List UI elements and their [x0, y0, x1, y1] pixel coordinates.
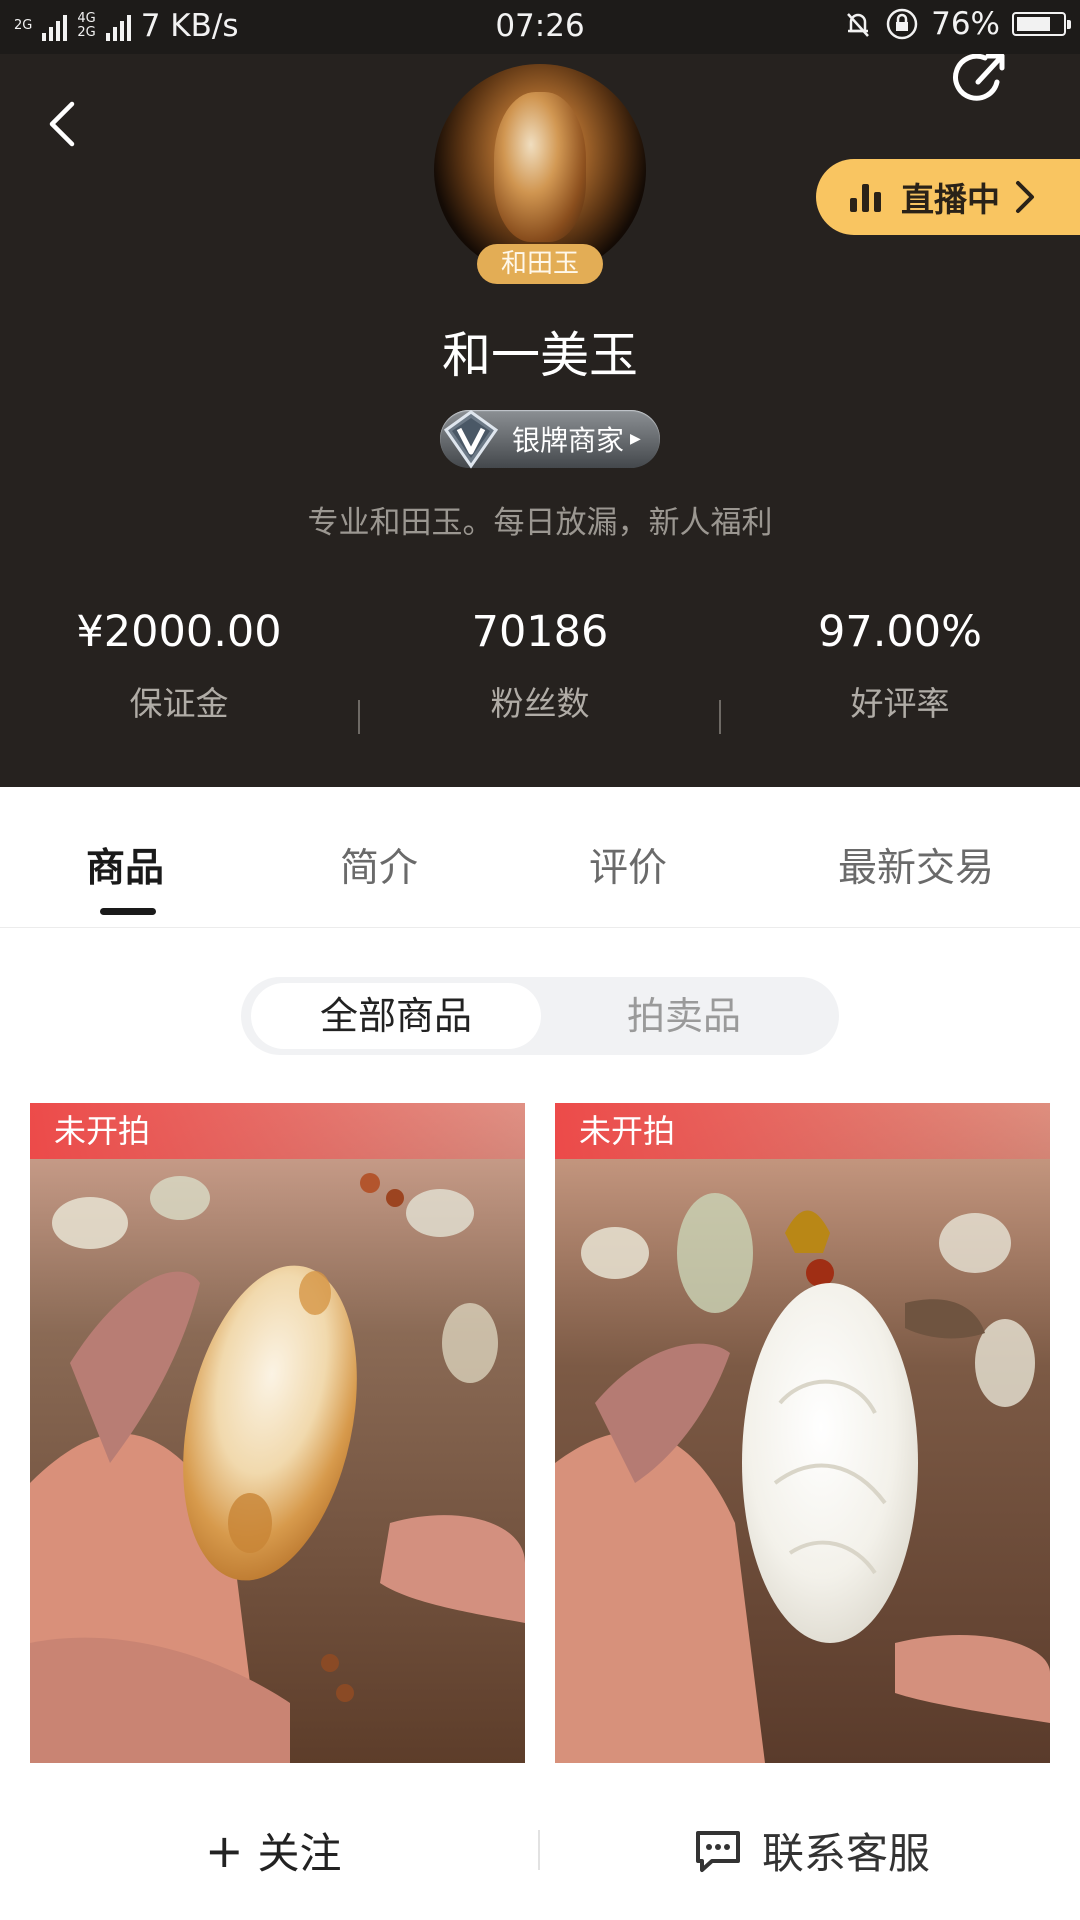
plus-icon: +	[205, 1823, 244, 1878]
product-card[interactable]: 未开拍	[555, 1103, 1050, 1763]
contact-service-label: 联系客服	[762, 1829, 931, 1878]
chat-bubble-icon	[696, 1830, 740, 1872]
tab-intro[interactable]: 简介	[340, 837, 418, 893]
tab-latest-trades[interactable]: 最新交易	[838, 837, 994, 893]
bottom-action-bar: + 关注 联系客服	[0, 1786, 1080, 1920]
back-button[interactable]	[38, 94, 88, 154]
chevron-left-icon	[49, 101, 75, 147]
not-started-badge: 未开拍	[555, 1103, 1050, 1159]
stat-value: 97.00%	[818, 607, 982, 657]
not-started-badge: 未开拍	[30, 1103, 525, 1159]
stat-rating: 97.00% 好评率	[750, 604, 1050, 726]
category-badge: 和田玉	[477, 244, 603, 284]
battery-icon	[1012, 12, 1071, 36]
merchant-level-badge[interactable]: 银牌商家 ▶	[440, 410, 660, 469]
shop-description: 专业和田玉。每日放漏，新人福利	[307, 505, 773, 541]
status-icons: 76%	[843, 6, 1071, 42]
live-label: 直播中	[901, 180, 1000, 219]
tab-products[interactable]: 商品	[86, 837, 164, 893]
stat-value: 70186	[471, 607, 609, 657]
stat-value: ¥2000.00	[76, 607, 282, 657]
stat-deposit: ¥2000.00 保证金	[29, 604, 329, 726]
stat-fans: 70186 粉丝数	[390, 604, 690, 726]
stat-divider	[719, 700, 721, 734]
chevron-right-icon	[1016, 181, 1034, 213]
tab-reviews[interactable]: 评价	[589, 837, 667, 893]
contact-service-button[interactable]: 联系客服	[694, 1820, 930, 1881]
segment-auction[interactable]: 拍卖品	[539, 983, 829, 1049]
segment-all-products[interactable]: 全部商品	[251, 983, 541, 1049]
stat-divider	[358, 700, 360, 734]
diamond-v-icon	[443, 410, 499, 469]
status-bar: 2G 4G 2G 7 KB/s 07:26 76%	[0, 0, 1080, 54]
stat-label: 粉丝数	[490, 684, 590, 723]
product-filter-segmented: 全部商品 拍卖品	[241, 977, 839, 1055]
stat-label: 好评率	[850, 684, 950, 723]
follow-label: 关注	[257, 1829, 342, 1878]
battery-percent: 76%	[931, 6, 1000, 42]
merchant-level-label: 银牌商家	[512, 424, 625, 457]
product-card[interactable]: 未开拍	[30, 1103, 525, 1763]
shop-name: 和一美玉	[441, 327, 638, 384]
shop-tabs: 商品 简介 评价 最新交易	[0, 787, 1080, 928]
product-image	[555, 1103, 1050, 1763]
share-button[interactable]	[948, 53, 1014, 110]
share-icon	[953, 53, 1005, 101]
play-triangle-icon: ▶	[630, 431, 641, 447]
stat-label: 保证金	[129, 684, 229, 723]
follow-button[interactable]: + 关注	[205, 1820, 342, 1881]
rotation-lock-icon	[886, 8, 918, 40]
live-bars-icon	[850, 182, 881, 212]
mute-bell-icon	[847, 13, 870, 37]
shop-header: 和田玉 直播中 和一美玉 银牌商家 ▶ 专业和田玉。每日放漏，新人福利 ¥200…	[0, 53, 1080, 787]
bottom-divider	[538, 1830, 540, 1870]
product-image	[30, 1103, 525, 1763]
tab-indicator	[100, 908, 156, 915]
shop-stats: ¥2000.00 保证金 70186 粉丝数 97.00% 好评率	[0, 604, 1080, 754]
live-streaming-button[interactable]: 直播中	[816, 159, 1080, 235]
